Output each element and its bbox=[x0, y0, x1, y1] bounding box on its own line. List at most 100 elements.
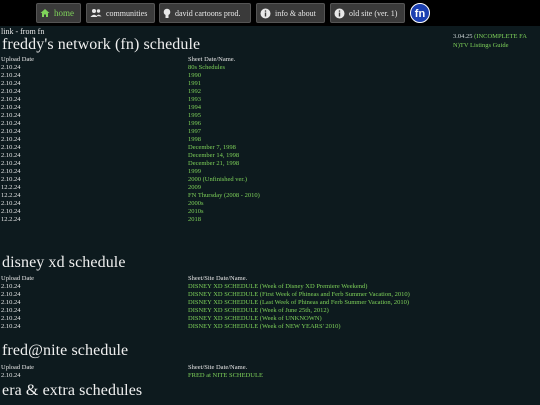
schedule-link[interactable]: DISNEY XD SCHEDULE (Last Week of Phineas… bbox=[188, 299, 409, 307]
schedule-link[interactable]: December 14, 1998 bbox=[188, 152, 239, 160]
schedule-link[interactable]: 1991 bbox=[188, 80, 201, 88]
nav-home-label: home bbox=[54, 8, 74, 18]
upload-date-cell: 2.10.24 bbox=[1, 315, 21, 322]
schedule-link[interactable]: 2000 (Unfinished ver.) bbox=[188, 176, 247, 184]
schedule-link[interactable]: 1994 bbox=[188, 104, 201, 112]
table-row: 2.10.24 1994 bbox=[1, 104, 540, 112]
schedule-link[interactable]: FRED at NITE SCHEDULE bbox=[188, 372, 263, 380]
fn-schedule-table: Upload Date Sheet Date/Name. 2.10.24 80s Sc… bbox=[1, 56, 540, 224]
upload-date-cell: 2.10.24 bbox=[1, 372, 21, 379]
schedule-link[interactable]: 1997 bbox=[188, 128, 201, 136]
upload-date-cell: 2.10.24 bbox=[1, 152, 21, 159]
upload-date-cell: 2.10.24 bbox=[1, 323, 21, 330]
schedule-link[interactable]: December 7, 1998 bbox=[188, 144, 236, 152]
table-row: 2.10.24 1993 bbox=[1, 96, 540, 104]
section-title-disney-xd: disney xd schedule bbox=[2, 254, 126, 271]
home-icon bbox=[40, 8, 50, 18]
schedule-link[interactable]: 2009 bbox=[188, 184, 201, 192]
section-title-fn: freddy's network (fn) schedule bbox=[2, 36, 201, 53]
nav-info-about-button[interactable]: info & about bbox=[256, 3, 325, 23]
schedule-link[interactable]: DISNEY XD SCHEDULE (Week of NEW YEARS' 2… bbox=[188, 323, 341, 331]
column-header-upload-date: Upload Date bbox=[1, 56, 35, 63]
schedule-link[interactable]: December 21, 1998 bbox=[188, 160, 239, 168]
table-row: 12.2.24 2009 bbox=[1, 184, 540, 192]
table-row: 2.10.24 December 7, 1998 bbox=[1, 144, 540, 152]
table-row: 12.2.24 2018 bbox=[1, 216, 540, 224]
fn-logo[interactable]: fn bbox=[408, 2, 432, 24]
schedule-link[interactable]: 2018 bbox=[188, 216, 201, 224]
table-row: 2.10.24 FRED at NITE SCHEDULE bbox=[1, 372, 540, 380]
table-row: 2.10.24 1997 bbox=[1, 128, 540, 136]
section-title-fred-nite: fred@nite schedule bbox=[2, 342, 129, 359]
upload-date-cell: 12.2.24 bbox=[1, 184, 21, 191]
column-header-upload-date: Upload Date bbox=[1, 364, 35, 371]
upload-date-cell: 2.10.24 bbox=[1, 88, 21, 95]
schedule-link[interactable]: DISNEY XD SCHEDULE (Week of UNKNOWN) bbox=[188, 315, 322, 323]
table-row: 2.10.24 1995 bbox=[1, 112, 540, 120]
table-row: 12.2.24 FN Thursday (2008 - 2010) bbox=[1, 192, 540, 200]
schedule-link[interactable]: 80s Schedules bbox=[188, 64, 225, 72]
upload-date-cell: 12.2.24 bbox=[1, 192, 21, 199]
schedule-link[interactable]: 1992 bbox=[188, 88, 201, 96]
notice-date: 3.04.25 bbox=[453, 33, 473, 40]
table-row: 2.10.24 DISNEY XD SCHEDULE (Week of UNKNO… bbox=[1, 315, 540, 323]
schedule-link[interactable]: FN Thursday (2008 - 2010) bbox=[188, 192, 260, 200]
breadcrumb: link - from fn bbox=[1, 27, 45, 36]
table-row: 2.10.24 December 21, 1998 bbox=[1, 160, 540, 168]
nav-info-about-label: info & about bbox=[275, 8, 316, 18]
upload-date-cell: 2.10.24 bbox=[1, 128, 21, 135]
table-row: 2.10.24 1998 bbox=[1, 136, 540, 144]
table-header-row: Upload Date Sheet/Site Date/Name. bbox=[1, 275, 540, 283]
schedule-link[interactable]: 1996 bbox=[188, 120, 201, 128]
site-notice: 3.04.25 (INCOMPLETE FA N)TV Listings Gui… bbox=[453, 32, 540, 50]
table-row: 2.10.24 1996 bbox=[1, 120, 540, 128]
notice-link-line1[interactable]: (INCOMPLETE FA bbox=[474, 33, 527, 40]
upload-date-cell: 2.10.24 bbox=[1, 104, 21, 111]
section-title-era-extra: era & extra schedules bbox=[2, 382, 143, 399]
upload-date-cell: 2.10.24 bbox=[1, 136, 21, 143]
column-header-sheet-name: Sheet/Site Date/Name. bbox=[188, 275, 248, 282]
column-header-sheet-name: Sheet Date/Name. bbox=[188, 56, 236, 63]
table-row: 2.10.24 1990 bbox=[1, 72, 540, 80]
table-row: 2.10.24 2010s bbox=[1, 208, 540, 216]
table-header-row: Upload Date Sheet/Site Date/Name. bbox=[1, 364, 540, 372]
upload-date-cell: 2.10.24 bbox=[1, 144, 21, 151]
schedule-link[interactable]: 1993 bbox=[188, 96, 201, 104]
column-header-upload-date: Upload Date bbox=[1, 275, 35, 282]
upload-date-cell: 2.10.24 bbox=[1, 283, 21, 290]
table-row: 2.10.24 DISNEY XD SCHEDULE (Week of Disne… bbox=[1, 283, 540, 291]
schedule-link[interactable]: 1998 bbox=[188, 136, 201, 144]
schedule-link[interactable]: DISNEY XD SCHEDULE (First Week of Phinea… bbox=[188, 291, 410, 299]
schedule-link[interactable]: 1999 bbox=[188, 168, 201, 176]
upload-date-cell: 2.10.24 bbox=[1, 176, 21, 183]
schedule-link[interactable]: 2000s bbox=[188, 200, 204, 208]
upload-date-cell: 2.10.24 bbox=[1, 80, 21, 87]
upload-date-cell: 2.10.24 bbox=[1, 112, 21, 119]
nav-david-cartoons-button[interactable]: david cartoons prod. bbox=[159, 3, 251, 23]
schedule-link[interactable]: DISNEY XD SCHEDULE (Week of June 25th, 2… bbox=[188, 307, 329, 315]
info-icon bbox=[260, 8, 271, 19]
disney-xd-schedule-table: Upload Date Sheet/Site Date/Name. 2.10.24 D… bbox=[1, 275, 540, 331]
nav-communities-button[interactable]: communities bbox=[86, 3, 155, 23]
schedule-link[interactable]: 2010s bbox=[188, 208, 204, 216]
table-row: 2.10.24 2000 (Unfinished ver.) bbox=[1, 176, 540, 184]
table-row: 2.10.24 December 14, 1998 bbox=[1, 152, 540, 160]
nav-communities-label: communities bbox=[106, 8, 148, 18]
notice-link-line2[interactable]: N)TV Listings Guide bbox=[453, 42, 509, 49]
fn-logo-text: fn bbox=[415, 8, 426, 20]
schedule-link[interactable]: 1990 bbox=[188, 72, 201, 80]
schedule-link[interactable]: DISNEY XD SCHEDULE (Week of Disney XD Pr… bbox=[188, 283, 367, 291]
top-navigation-bar: home communities david cartoons prod. in… bbox=[0, 0, 540, 26]
info-icon bbox=[334, 8, 345, 19]
nav-home-button[interactable]: home bbox=[36, 3, 81, 23]
table-header-row: Upload Date Sheet Date/Name. bbox=[1, 56, 540, 64]
fred-nite-schedule-table: Upload Date Sheet/Site Date/Name. 2.10.24 F… bbox=[1, 364, 540, 380]
lightbulb-icon bbox=[163, 8, 171, 19]
upload-date-cell: 12.2.24 bbox=[1, 216, 21, 223]
table-row: 2.10.24 DISNEY XD SCHEDULE (Week of NEW Y… bbox=[1, 323, 540, 331]
schedule-link[interactable]: 1995 bbox=[188, 112, 201, 120]
upload-date-cell: 2.10.24 bbox=[1, 64, 21, 71]
nav-old-site-button[interactable]: old site (ver. 1) bbox=[330, 3, 405, 23]
table-row: 2.10.24 80s Schedules bbox=[1, 64, 540, 72]
table-row: 2.10.24 DISNEY XD SCHEDULE (Week of June … bbox=[1, 307, 540, 315]
